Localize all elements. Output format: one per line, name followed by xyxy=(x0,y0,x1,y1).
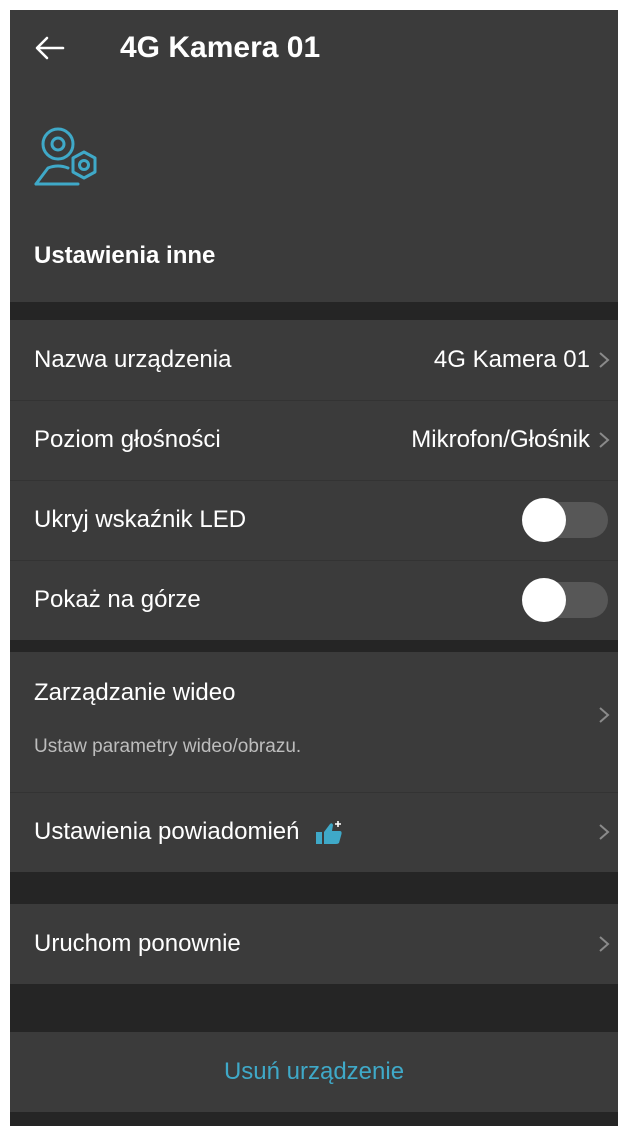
video-management-row[interactable]: Zarządzanie wideo Ustaw parametry wideo/… xyxy=(10,652,618,792)
toggle-knob xyxy=(522,578,566,622)
hide-led-toggle[interactable] xyxy=(522,496,608,544)
toggle-knob xyxy=(522,498,566,542)
notification-settings-row[interactable]: Ustawienia powiadomień xyxy=(10,792,618,872)
device-name-row[interactable]: Nazwa urządzenia 4G Kamera 01 xyxy=(10,320,618,400)
video-management-subtitle: Ustaw parametry wideo/obrazu. xyxy=(34,736,302,757)
restart-label: Uruchom ponownie xyxy=(34,930,241,957)
hide-led-row: Ukryj wskaźnik LED xyxy=(10,480,618,560)
volume-label: Poziom głośności xyxy=(34,426,221,453)
section-gap xyxy=(10,640,618,652)
show-on-top-toggle[interactable] xyxy=(522,576,608,624)
header-panel: 4G Kamera 01 Ustawienia inne xyxy=(10,10,618,302)
chevron-right-icon xyxy=(599,936,610,952)
show-on-top-label: Pokaż na górze xyxy=(34,586,201,613)
general-settings-group: Nazwa urządzenia 4G Kamera 01 Poziom gło… xyxy=(10,320,618,640)
chevron-right-icon xyxy=(599,707,610,723)
thumbs-up-icon xyxy=(316,820,342,844)
back-button[interactable] xyxy=(32,30,68,66)
restart-group: Uruchom ponownie xyxy=(10,904,618,984)
chevron-right-icon xyxy=(599,352,610,368)
device-settings-screen: 4G Kamera 01 Ustawienia inne Nazwa urząd… xyxy=(10,10,618,1126)
device-name-value: 4G Kamera 01 xyxy=(433,346,590,373)
video-management-label: Zarządzanie wideo xyxy=(34,679,236,706)
section-title: Ustawienia inne xyxy=(34,242,216,269)
restart-row[interactable]: Uruchom ponownie xyxy=(10,904,618,984)
chevron-right-icon xyxy=(599,432,610,448)
volume-row[interactable]: Poziom głośności Mikrofon/Głośnik xyxy=(10,400,618,480)
section-gap xyxy=(10,984,618,1032)
show-on-top-row: Pokaż na górze xyxy=(10,560,618,640)
chevron-right-icon xyxy=(599,824,610,840)
section-gap xyxy=(10,302,618,320)
camera-settings-icon xyxy=(34,127,97,186)
notification-settings-label: Ustawienia powiadomień xyxy=(34,818,300,845)
notification-settings-label-wrap: Ustawienia powiadomień xyxy=(34,792,344,872)
management-group: Zarządzanie wideo Ustaw parametry wideo/… xyxy=(10,652,618,872)
page-title: 4G Kamera 01 xyxy=(120,31,321,64)
device-name-label: Nazwa urządzenia xyxy=(34,346,232,373)
section-gap xyxy=(10,872,618,904)
hide-led-label: Ukryj wskaźnik LED xyxy=(34,506,247,533)
arrow-left-icon xyxy=(35,36,65,60)
delete-device-button[interactable]: Usuń urządzenie xyxy=(10,1032,618,1112)
volume-value: Mikrofon/Głośnik xyxy=(411,426,590,453)
